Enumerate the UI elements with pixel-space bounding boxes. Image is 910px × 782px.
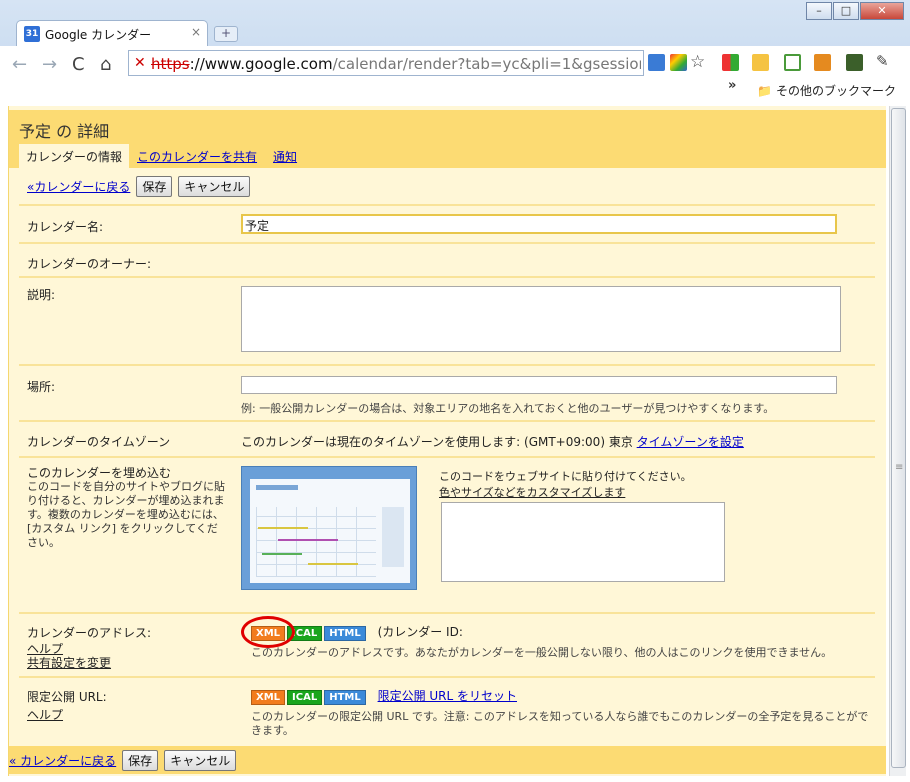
chevron-right-icon[interactable]: » — [728, 78, 736, 93]
back-to-calendar-link[interactable]: «カレンダーに戻る — [27, 178, 130, 195]
extension-icon[interactable] — [670, 54, 687, 71]
tab-calendar-info[interactable]: カレンダーの情報 — [19, 144, 130, 171]
settings-tabs: カレンダーの情報 このカレンダーを共有 通知 — [19, 144, 305, 171]
private-url-label: 限定公開 URL: — [27, 690, 107, 704]
save-button-bottom[interactable]: 保存 — [122, 750, 159, 771]
calendar-icon: 31 — [24, 26, 40, 42]
cancel-button[interactable]: キャンセル — [178, 176, 251, 197]
timezone-text: このカレンダーは現在のタイムゾーンを使用します: (GMT+09:00) 東京 … — [241, 435, 744, 449]
embed-paste-text: このコードをウェブサイトに貼り付けてください。 — [439, 470, 692, 483]
back-arrow-icon[interactable]: ← — [12, 54, 27, 75]
home-icon[interactable]: ⌂ — [100, 54, 111, 75]
row-timezone: カレンダーのタイムゾーン このカレンダーは現在のタイムゾーンを使用します: (G… — [19, 420, 875, 456]
description-label: 説明: — [27, 288, 56, 302]
back-to-calendar-link-bottom[interactable]: « カレンダーに戻る — [9, 752, 116, 769]
page-header: 予定 の 詳細 カレンダーの情報 このカレンダーを共有 通知 — [9, 110, 886, 171]
reset-private-url-link[interactable]: 限定公開 URL をリセット — [378, 689, 517, 703]
owner-label: カレンダーのオーナー: — [27, 257, 152, 271]
xml-badge[interactable]: XML — [251, 690, 286, 705]
calendar-details-page: 予定 の 詳細 カレンダーの情報 このカレンダーを共有 通知 «カレンダーに戻る… — [8, 106, 886, 776]
browser-chrome: – □ ✕ 31 Google カレンダー × + ← → C ⌂ ✕ http… — [0, 0, 910, 106]
wrench-icon[interactable]: ✎ — [876, 52, 889, 70]
address-note: このカレンダーのアドレスです。あなたがカレンダーを一般公開しない限り、他の人はこ… — [251, 646, 833, 659]
address-bar[interactable]: ✕ https://www.google.com/calendar/render… — [128, 50, 644, 76]
location-label: 場所: — [27, 380, 56, 394]
top-actions: «カレンダーに戻る 保存 キャンセル — [27, 176, 251, 197]
row-private-url: 限定公開 URL: ヘルプ XML ICAL HTML 限定公開 URL をリセット… — [19, 676, 875, 744]
toolbar: ← → C ⌂ ✕ https://www.google.com/calenda… — [0, 46, 910, 106]
timezone-label: カレンダーのタイムゾーン — [27, 435, 171, 449]
star-icon[interactable]: ☆ — [690, 52, 705, 72]
customize-link[interactable]: 色やサイズなどをカスタマイズします — [439, 484, 625, 500]
gmail-icon[interactable] — [784, 54, 801, 71]
embed-label: このカレンダーを埋め込む — [27, 466, 172, 480]
tab-notifications[interactable]: 通知 — [265, 144, 305, 171]
reload-icon[interactable]: C — [72, 54, 85, 75]
tab-title: Google カレンダー — [45, 28, 152, 42]
embed-code-textarea[interactable] — [441, 502, 725, 582]
close-window-button[interactable]: ✕ — [860, 2, 904, 20]
new-tab-button[interactable]: + — [214, 26, 238, 42]
evernote-icon[interactable] — [846, 54, 863, 71]
calendar-address-label: カレンダーのアドレス: — [27, 626, 152, 640]
embed-description: このコードを自分のサイトやブログに貼り付けると、カレンダーが埋め込まれます。複数… — [27, 480, 225, 549]
calendar-id-text: (カレンダー ID: — [377, 625, 463, 639]
minimize-button[interactable]: – — [806, 2, 832, 20]
window-controls: – □ ✕ — [805, 2, 904, 20]
cancel-button-bottom[interactable]: キャンセル — [164, 750, 237, 771]
extension-icon[interactable] — [648, 54, 665, 71]
other-bookmarks[interactable]: 📁 その他のブックマーク — [757, 82, 896, 99]
maximize-button[interactable]: □ — [833, 2, 859, 20]
row-calendar-address: カレンダーのアドレス: ヘルプ 共有設定を変更 XML ICAL HTML (カレン… — [19, 612, 875, 676]
change-sharing-link[interactable]: 共有設定を変更 — [27, 654, 111, 671]
private-url-note: このカレンダーの限定公開 URL です。注意: このアドレスを知っている人なら誰… — [251, 710, 869, 737]
close-tab-icon[interactable]: × — [191, 25, 201, 39]
description-textarea[interactable] — [241, 286, 841, 352]
page-title: 予定 の 詳細 — [19, 122, 110, 141]
browser-tab[interactable]: 31 Google カレンダー × — [16, 20, 208, 46]
scrollbar-thumb[interactable]: ≡ — [891, 108, 906, 768]
extension-icon[interactable] — [752, 54, 769, 71]
calendar-name-label: カレンダー名: — [27, 220, 104, 234]
row-location: 場所: 例: 一般公開カレンダーの場合は、対象エリアの地名を入れておくと他のユー… — [19, 364, 875, 420]
row-calendar-name: カレンダー名: 予定 — [19, 204, 875, 242]
vertical-scrollbar[interactable]: ≡ — [889, 106, 906, 776]
html-badge[interactable]: HTML — [324, 626, 366, 641]
forward-arrow-icon[interactable]: → — [42, 54, 57, 75]
row-owner: カレンダーのオーナー: — [19, 242, 875, 276]
calendar-name-input[interactable]: 予定 — [241, 214, 837, 234]
private-help-link[interactable]: ヘルプ — [27, 706, 63, 723]
extension-icon[interactable] — [722, 54, 739, 71]
row-description: 説明: — [19, 276, 875, 364]
url-text: https://www.google.com/calendar/render?t… — [151, 55, 641, 73]
bottom-actions: « カレンダーに戻る 保存 キャンセル — [9, 746, 886, 774]
tab-share-calendar[interactable]: このカレンダーを共有 — [129, 144, 265, 171]
set-timezone-link[interactable]: タイムゾーンを設定 — [637, 435, 744, 449]
location-input[interactable] — [241, 376, 837, 394]
extension-icon[interactable] — [814, 54, 831, 71]
calendar-preview-image — [241, 466, 417, 590]
html-badge[interactable]: HTML — [324, 690, 366, 705]
private-format-buttons: XML ICAL HTML 限定公開 URL をリセット — [251, 687, 517, 705]
ical-badge[interactable]: ICAL — [287, 690, 323, 705]
broken-lock-icon: ✕ — [134, 55, 146, 71]
row-embed: このカレンダーを埋め込む このコードを自分のサイトやブログに貼り付けると、カレン… — [19, 456, 875, 612]
location-hint: 例: 一般公開カレンダーの場合は、対象エリアの地名を入れておくと他のユーザーが見… — [241, 402, 775, 415]
save-button[interactable]: 保存 — [136, 176, 173, 197]
